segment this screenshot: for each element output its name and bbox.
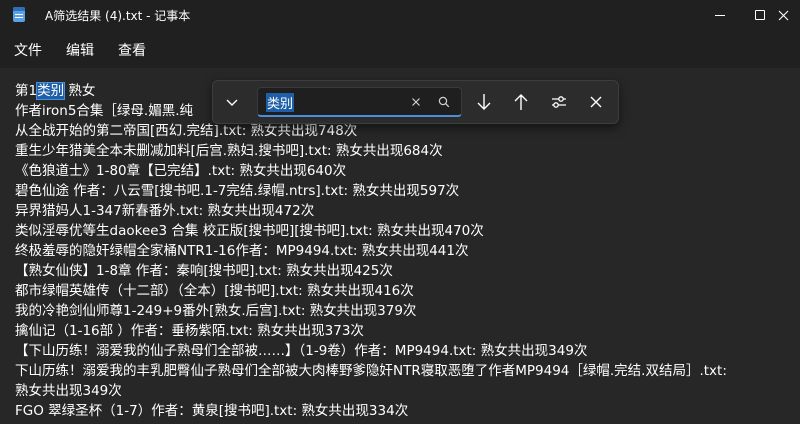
title-bar: A筛选结果 (4).txt - 记事本	[0, 0, 800, 30]
minimize-button[interactable]	[700, 0, 740, 30]
editor-line: FGO 翠绿圣杯（1-7）作者：黄泉[搜书吧].txt: 熟女共出现334次	[15, 403, 409, 419]
toggle-replace-button[interactable]	[223, 93, 241, 111]
editor-line: 重生少年猎美全本未删减加料[后宫.熟妇.搜书吧].txt: 熟女共出现684次	[15, 143, 443, 159]
menu-bar: 文件 编辑 查看	[0, 30, 800, 68]
find-bar: 类别	[212, 80, 619, 124]
editor-line: 终极羞辱的隐奸绿帽全家桶NTR1-16作者：MP9494.txt: 熟女共出现4…	[15, 243, 469, 259]
search-button[interactable]	[436, 94, 452, 110]
editor-line: 擒仙记（1-16部 ）作者：垂杨紫陌.txt: 熟女共出现373次	[15, 323, 364, 339]
find-input[interactable]: 类别	[257, 87, 462, 117]
editor-line: 类似淫辱优等生daokee3 合集 校正版[搜书吧][搜书吧].txt: 熟女共…	[15, 223, 484, 239]
editor-line: 都市绿帽英雄传（十二部）（全本）[搜书吧].txt: 熟女共出现416次	[15, 283, 414, 299]
menu-edit[interactable]: 编辑	[66, 40, 94, 60]
menu-file[interactable]: 文件	[14, 40, 42, 60]
menu-view[interactable]: 查看	[118, 40, 146, 60]
search-icon	[438, 96, 450, 108]
arrow-down-icon	[477, 94, 491, 110]
clear-icon	[412, 98, 420, 106]
editor-line: 下山历练！溺爱我的丰乳肥臀仙子熟母们全部被大肉棒野爹隐奸NTR寝取恶堕了作者MP…	[15, 363, 727, 379]
close-icon	[590, 96, 602, 108]
chevron-down-icon	[226, 99, 238, 106]
minimize-icon	[715, 14, 725, 16]
editor-lines: 第1类别 熟女 作者iron5合集［绿母.媚黑.纯 从全战开始的第二帝国[西幻.完…	[15, 81, 795, 421]
editor-line: 异界猎妈人1-347新春番外.txt: 熟女共出现472次	[15, 203, 315, 219]
search-match: 类别	[36, 82, 66, 100]
find-query: 类别	[266, 93, 295, 112]
line-text: 第1	[15, 83, 38, 99]
clear-button[interactable]	[408, 94, 424, 110]
find-options-button[interactable]	[548, 91, 570, 113]
window-title: A筛选结果 (4).txt - 记事本	[45, 9, 191, 23]
close-icon	[778, 10, 789, 20]
editor-line: 碧色仙途 作者：八云雪[搜书吧.1-7完结.绿帽.ntrs].txt: 熟女共出…	[15, 183, 460, 199]
find-previous-button[interactable]	[510, 91, 532, 113]
editor-line: 熟女共出现349次	[15, 383, 122, 399]
editor-line: 从全战开始的第二帝国[西幻.完结].txt: 熟女共出现748次	[15, 123, 358, 139]
editor-line: 【下山历练！溺爱我的仙子熟母们全部被……】（1-9卷）作者：MP9494.txt…	[15, 343, 588, 359]
editor-line: 《色狼道士》1-80章【已完结】.txt: 熟女共出现640次	[15, 163, 347, 179]
close-find-button[interactable]	[585, 91, 607, 113]
notepad-icon	[13, 7, 25, 22]
maximize-icon	[755, 10, 765, 20]
line-text: 熟女	[64, 83, 96, 99]
editor-line: 【熟女仙侠】1-8章 作者：秦响[搜书吧].txt: 熟女共出现425次	[15, 263, 393, 279]
arrow-up-icon	[514, 94, 528, 110]
options-icon	[552, 96, 566, 108]
editor-line: 我的冷艳剑仙师尊1-249+9番外[熟女.后宫].txt: 熟女共出现379次	[15, 303, 417, 319]
find-next-button[interactable]	[473, 91, 495, 113]
close-button[interactable]	[767, 0, 800, 30]
